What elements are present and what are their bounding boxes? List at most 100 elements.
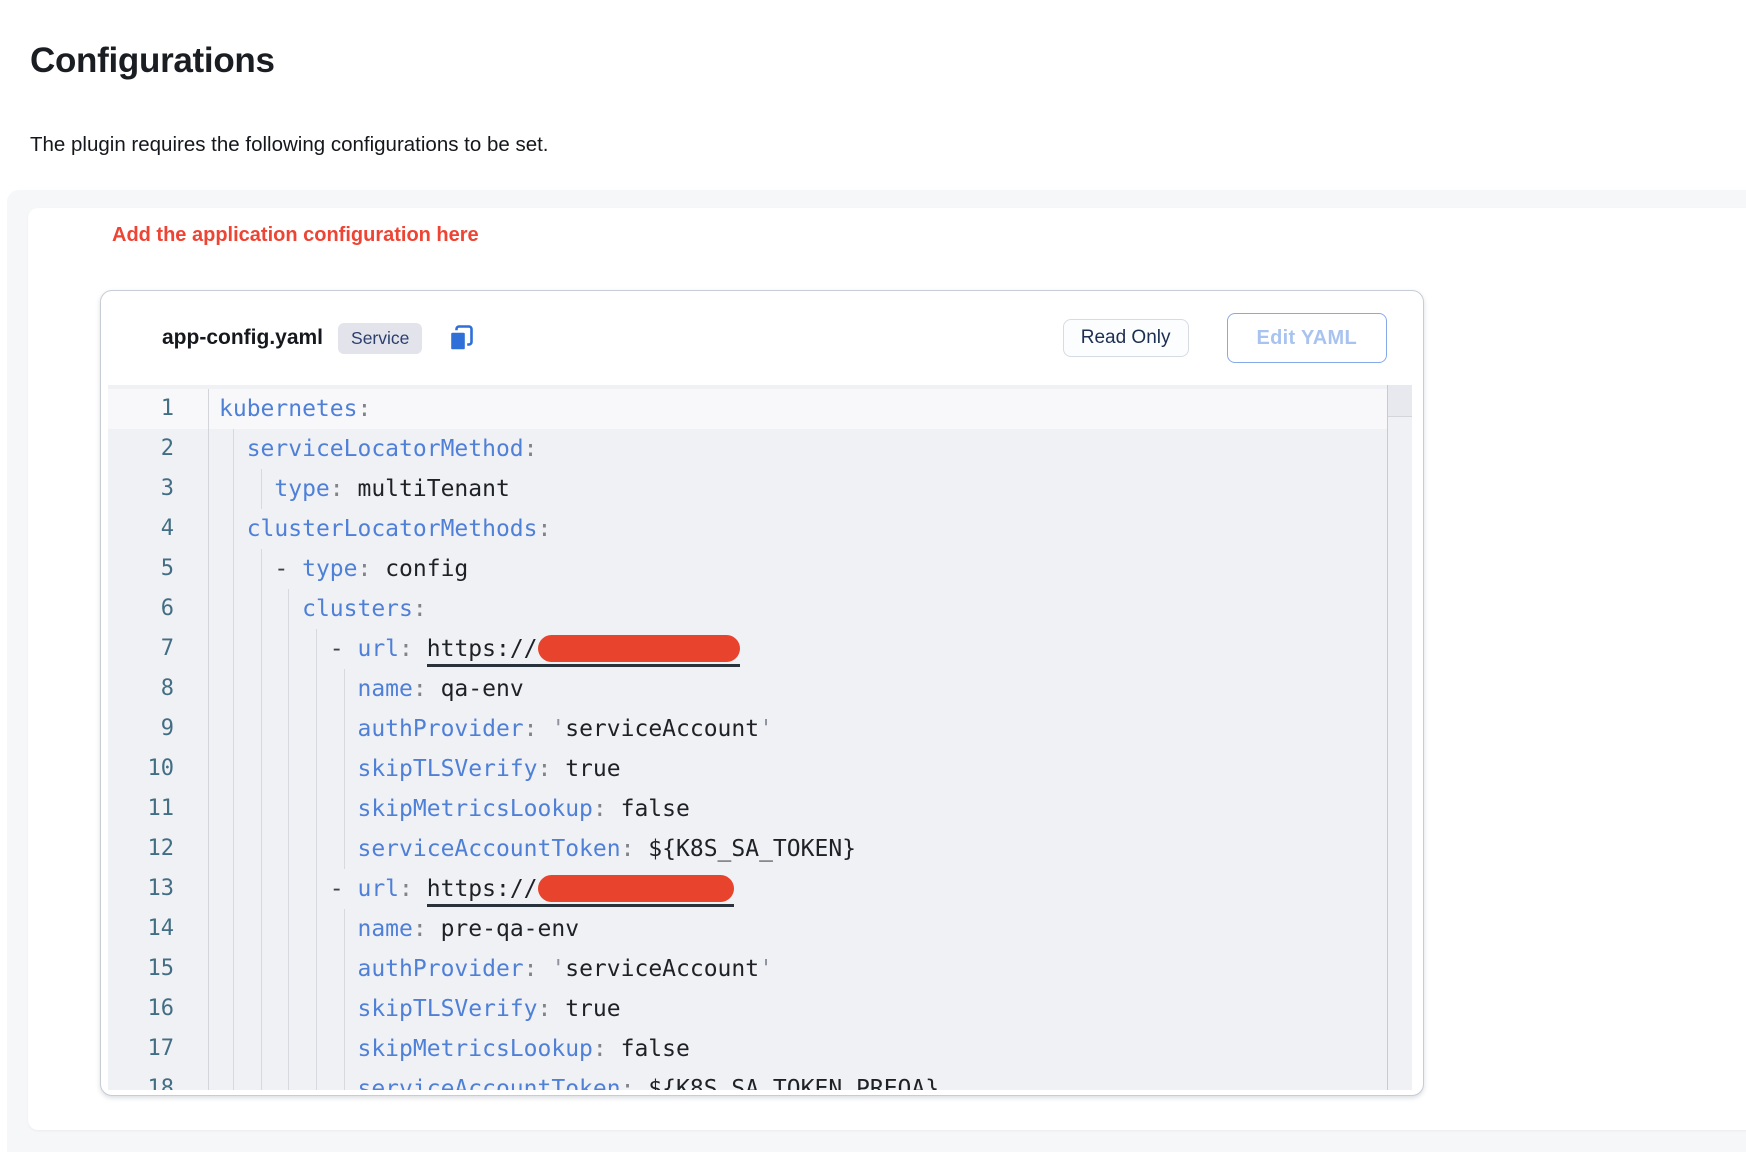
- indent-guide: [233, 1029, 234, 1069]
- indent-guide: [316, 669, 317, 709]
- line-content: skipMetricsLookup: false: [209, 789, 1387, 829]
- yaml-editor-panel: app-config.yaml Service Read Only Edit Y…: [100, 290, 1424, 1096]
- indent-guide: [261, 949, 262, 989]
- indent-guide: [233, 829, 234, 869]
- line-number: 10: [108, 749, 209, 789]
- line-content: type: multiTenant: [209, 469, 1387, 509]
- indent-guide: [233, 909, 234, 949]
- indent-guide: [344, 749, 345, 789]
- line-content: skipTLSVerify: true: [209, 749, 1387, 789]
- indent-guide: [288, 789, 289, 829]
- copy-icon[interactable]: [448, 324, 474, 352]
- indent-guide: [288, 1029, 289, 1069]
- indent-guide: [344, 789, 345, 829]
- code-line: 10 skipTLSVerify: true: [108, 749, 1387, 789]
- line-content: skipMetricsLookup: false: [209, 1029, 1387, 1069]
- indent-guide: [288, 1069, 289, 1090]
- indent-guide: [316, 789, 317, 829]
- line-content: - type: config: [209, 549, 1387, 589]
- indent-guide: [344, 829, 345, 869]
- indent-guide: [344, 669, 345, 709]
- config-instruction-text: Add the application configuration here: [112, 224, 479, 247]
- copy-icon-glyph: [448, 324, 474, 352]
- code-lines: 1kubernetes:2 serviceLocatorMethod:3 typ…: [108, 385, 1387, 1090]
- indent-guide: [233, 429, 234, 469]
- indent-guide: [288, 829, 289, 869]
- indent-guide: [261, 989, 262, 1029]
- content-section: Add the application configuration here a…: [7, 190, 1746, 1152]
- indent-guide: [233, 1069, 234, 1090]
- indent-guide: [261, 789, 262, 829]
- editor-scrollbar[interactable]: [1387, 385, 1412, 1090]
- indent-guide: [261, 589, 262, 629]
- line-number: 2: [108, 429, 209, 469]
- indent-guide: [261, 869, 262, 909]
- indent-guide: [288, 589, 289, 629]
- line-number: 8: [108, 669, 209, 709]
- code-line: 18 serviceAccountToken: ${K8S_SA_TOKEN_P…: [108, 1069, 1387, 1090]
- code-line: 17 skipMetricsLookup: false: [108, 1029, 1387, 1069]
- read-only-button[interactable]: Read Only: [1063, 319, 1189, 357]
- line-content: serviceAccountToken: ${K8S_SA_TOKEN_PREQ…: [209, 1069, 1387, 1090]
- service-badge: Service: [338, 323, 422, 354]
- file-name: app-config.yaml: [162, 326, 323, 350]
- line-content: name: pre-qa-env: [209, 909, 1387, 949]
- line-number: 16: [108, 989, 209, 1029]
- indent-guide: [288, 669, 289, 709]
- code-line: 9 authProvider: 'serviceAccount': [108, 709, 1387, 749]
- indent-guide: [344, 1029, 345, 1069]
- indent-guide: [261, 629, 262, 669]
- indent-guide: [233, 749, 234, 789]
- code-line: 1kubernetes:: [108, 389, 1387, 429]
- code-editor[interactable]: 1kubernetes:2 serviceLocatorMethod:3 typ…: [108, 385, 1412, 1090]
- indent-guide: [344, 709, 345, 749]
- page-title: Configurations: [30, 41, 275, 81]
- line-number: 13: [108, 869, 209, 909]
- indent-guide: [344, 989, 345, 1029]
- indent-guide: [261, 1069, 262, 1090]
- line-number: 18: [108, 1069, 209, 1090]
- editor-header: app-config.yaml Service Read Only Edit Y…: [101, 291, 1423, 385]
- indent-guide: [288, 749, 289, 789]
- code-line: 13 - url: https://: [108, 869, 1387, 909]
- indent-guide: [316, 629, 317, 669]
- indent-guide: [261, 829, 262, 869]
- page-description: The plugin requires the following config…: [30, 133, 549, 157]
- indent-guide: [316, 829, 317, 869]
- indent-guide: [261, 709, 262, 749]
- code-line: 14 name: pre-qa-env: [108, 909, 1387, 949]
- code-line: 16 skipTLSVerify: true: [108, 989, 1387, 1029]
- edit-yaml-button[interactable]: Edit YAML: [1227, 313, 1388, 363]
- indent-guide: [261, 749, 262, 789]
- indent-guide: [261, 549, 262, 589]
- indent-guide: [288, 869, 289, 909]
- indent-guide: [233, 869, 234, 909]
- line-content: serviceLocatorMethod:: [209, 429, 1387, 469]
- line-content: clusterLocatorMethods:: [209, 509, 1387, 549]
- scrollbar-thumb[interactable]: [1388, 385, 1412, 417]
- indent-guide: [344, 1069, 345, 1090]
- indent-guide: [261, 909, 262, 949]
- line-content: - url: https://: [209, 629, 1387, 669]
- line-number: 5: [108, 549, 209, 589]
- line-content: authProvider: 'serviceAccount': [209, 949, 1387, 989]
- indent-guide: [288, 909, 289, 949]
- indent-guide: [233, 549, 234, 589]
- line-number: 12: [108, 829, 209, 869]
- redacted-url: [538, 635, 740, 662]
- code-line: 11 skipMetricsLookup: false: [108, 789, 1387, 829]
- indent-guide: [233, 669, 234, 709]
- indent-guide: [233, 629, 234, 669]
- code-line: 8 name: qa-env: [108, 669, 1387, 709]
- code-line: 2 serviceLocatorMethod:: [108, 429, 1387, 469]
- indent-guide: [233, 509, 234, 549]
- line-number: 17: [108, 1029, 209, 1069]
- code-line: 3 type: multiTenant: [108, 469, 1387, 509]
- url-link: https://: [427, 876, 734, 907]
- indent-guide: [261, 669, 262, 709]
- indent-guide: [233, 589, 234, 629]
- indent-guide: [316, 869, 317, 909]
- line-number: 6: [108, 589, 209, 629]
- indent-guide: [316, 749, 317, 789]
- line-number: 7: [108, 629, 209, 669]
